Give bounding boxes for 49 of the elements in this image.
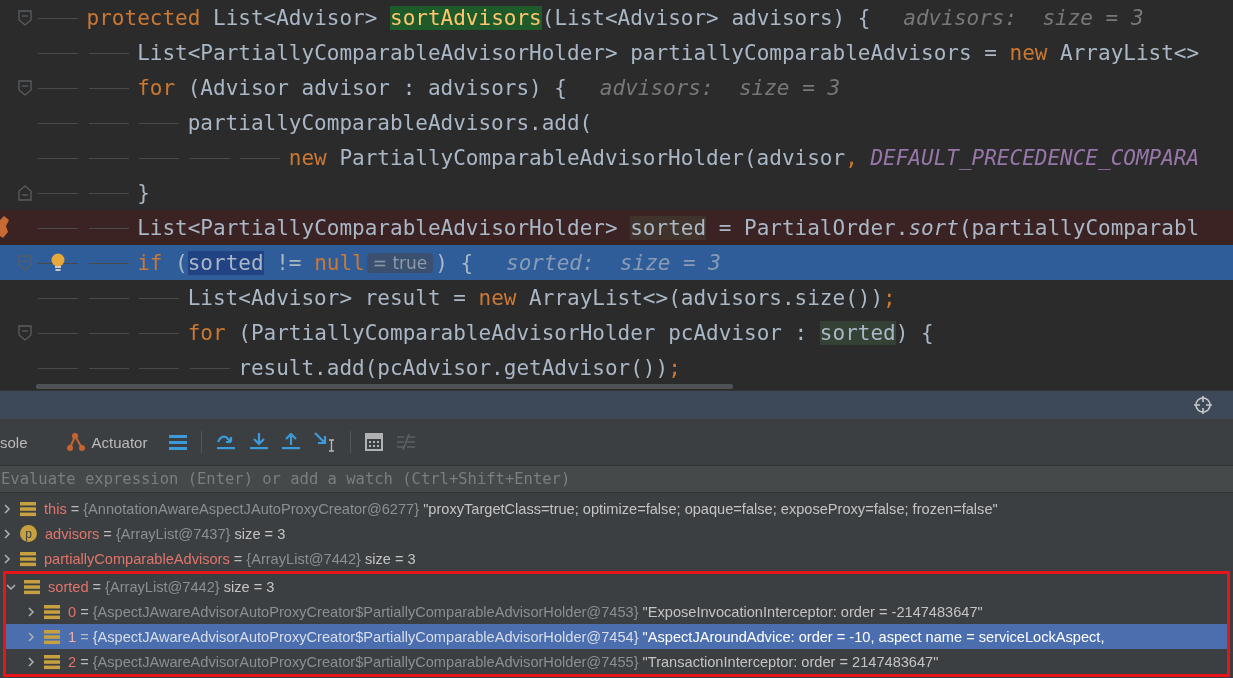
crosshair-icon[interactable] [1194, 396, 1212, 414]
code-text: List<PartiallyComparableAdvisorHolder> sorted = PartialOrder.sort(partiallyComparabl [137, 215, 1200, 240]
breakpoint-icon[interactable] [0, 216, 9, 238]
variable-entry: advisors = {ArrayList@7437} size = 3 [45, 525, 286, 542]
step-over-icon[interactable] [216, 433, 237, 451]
variable-entry: 1 = {AspectJAwareAdvisorAutoProxyCreator$PartiallyComparableAdvisorHolder@7454} "AspectJAroundAdvice: order = -10, aspect name = serviceLockAspect, [68, 628, 1105, 645]
variable-entry: 2 = {AspectJAwareAdvisorAutoProxyCreator$PartiallyComparableAdvisorHolder@7455} "TransactionInterceptor: order = 2147483647" [68, 653, 939, 670]
fold-marker-icon[interactable] [18, 9, 32, 26]
selected-row[interactable]: 1 = {AspectJAwareAdvisorAutoProxyCreator$PartiallyComparableAdvisorHolder@7454} "AspectJAroundAdvice: order = -10, aspect name = serviceLockAspect, [6, 624, 1227, 649]
step-out-icon[interactable] [282, 433, 301, 451]
variable-entry: 0 = {AspectJAwareAdvisorAutoProxyCreator$PartiallyComparableAdvisorHolder@7453} "ExposeInvocationInterceptor: order = -2147483647" [68, 603, 983, 620]
inline-value: = true [366, 252, 434, 273]
parameter-icon: p [20, 525, 37, 542]
code-text: new PartiallyComparableAdvisorHolder(advisor, DEFAULT_PRECEDENCE_COMPARA [288, 145, 1200, 170]
fold-marker-icon[interactable] [18, 324, 32, 341]
run-to-cursor-icon[interactable] [314, 432, 337, 452]
inline-hint: sorted: size = 3 [506, 250, 721, 275]
code-text: if (sorted != null [137, 250, 365, 275]
code-text: ) { [435, 250, 474, 275]
tool-tab[interactable]: sole [0, 433, 28, 451]
field-icon [24, 578, 40, 595]
field-icon [44, 603, 60, 620]
graph-nodes-icon [65, 432, 86, 452]
step-into-icon[interactable] [250, 433, 269, 451]
fold-marker-icon[interactable] [18, 254, 32, 271]
field-icon [20, 550, 36, 567]
field-icon [44, 653, 60, 670]
code-text: result.add(pcAdvisor.getAdvisor()); [238, 355, 681, 380]
code-text: } [137, 180, 150, 205]
tool-tab[interactable]: Actuator [91, 433, 148, 451]
inline-hint: advisors: size = 3 [599, 75, 841, 100]
variable-entry: sorted = {ArrayList@7442} size = 3 [48, 578, 275, 595]
variable-entry: this = {AnnotationAwareAspectJAutoProxyCreator@6277} "proxyTargetClass=true; optimize=false; opaque=false; exposeProxy=false; frozen=false" [44, 500, 998, 517]
scrollbar-thumb[interactable] [36, 384, 733, 389]
code-text: for (Advisor advisor : advisors) { [137, 75, 567, 100]
field-icon [20, 500, 36, 517]
lightbulb-icon[interactable] [50, 252, 66, 273]
fold-marker-icon[interactable] [18, 184, 32, 201]
code-text: List<PartiallyComparableAdvisorHolder> partiallyComparableAdvisors = new ArrayList<> [137, 40, 1200, 65]
inline-hint: advisors: size = 3 [903, 5, 1144, 30]
variable-entry: partiallyComparableAdvisors = {ArrayList@7442} size = 3 [44, 550, 416, 567]
fold-marker-icon[interactable] [18, 79, 32, 96]
code-text: for (PartiallyComparableAdvisorHolder pcAdvisor : sorted) { [187, 320, 934, 345]
code-text: protected List<Advisor> sortAdvisors(List<Advisor> advisors) { [86, 5, 871, 30]
list-icon[interactable] [169, 433, 188, 451]
calculator-icon[interactable] [365, 433, 384, 451]
code-text: List<Advisor> result = new ArrayList<>(advisors.size()); [187, 285, 896, 310]
code-text: partiallyComparableAdvisors.add( [187, 110, 593, 135]
field-icon [44, 628, 60, 645]
